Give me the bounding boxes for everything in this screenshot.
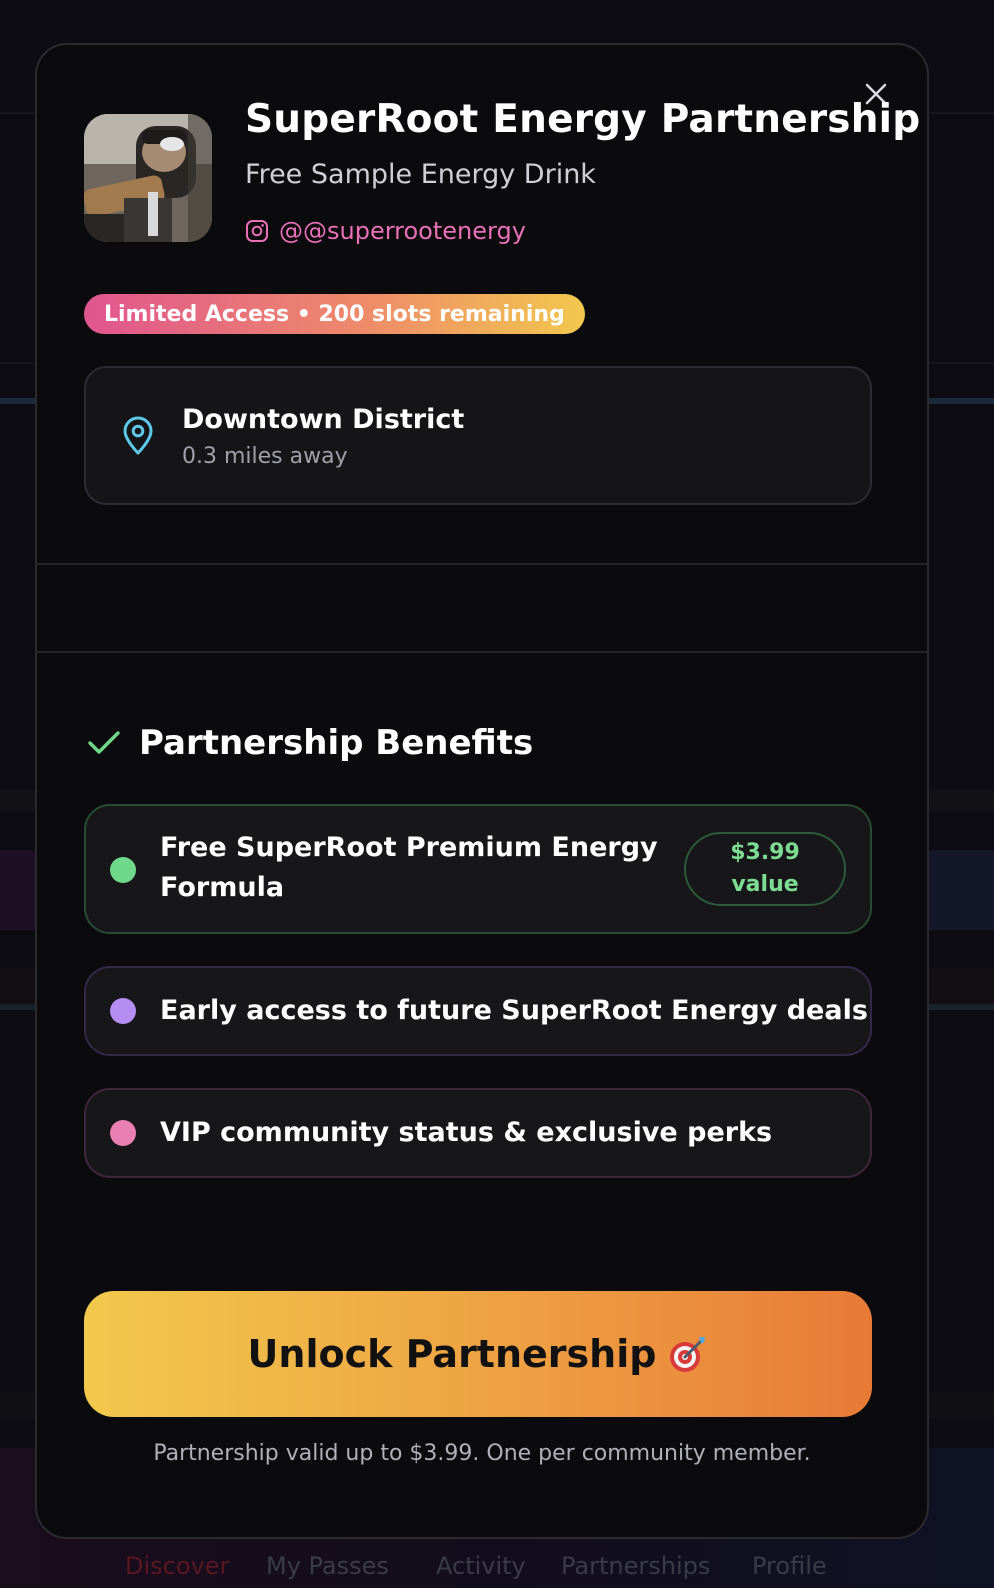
benefit-dot	[110, 1120, 136, 1146]
nav-activity[interactable]: Activity	[436, 1552, 526, 1580]
nav-my-passes[interactable]: My Passes	[266, 1552, 389, 1580]
benefit-text: VIP community status & exclusive perks	[160, 1117, 773, 1148]
availability-badge: Limited Access • 200 slots remaining	[84, 294, 585, 334]
partnership-modal: SuperRoot Energy Partnership Free Sample…	[35, 43, 929, 1539]
location-card: Downtown District 0.3 miles away	[84, 366, 872, 505]
instagram-handle: @@superrootenergy	[279, 217, 526, 245]
section-divider	[37, 651, 927, 653]
value-badge: $3.99 value	[684, 832, 846, 906]
map-pin-icon	[123, 416, 153, 455]
benefits-title: Partnership Benefits	[139, 723, 534, 763]
benefit-item: Free SuperRoot Premium Energy Formula $3…	[84, 804, 872, 934]
terms-note: Partnership valid up to $3.99. One per c…	[153, 1441, 811, 1466]
unlock-partnership-button[interactable]: Unlock Partnership	[84, 1291, 872, 1417]
benefits-header: Partnership Benefits	[87, 723, 533, 763]
avatar-image	[84, 114, 212, 242]
nav-discover[interactable]: Discover	[125, 1552, 229, 1580]
benefit-dot	[110, 998, 136, 1024]
nav-partnerships[interactable]: Partnerships	[561, 1552, 710, 1580]
partnership-title: SuperRoot Energy Partnership	[245, 97, 921, 142]
section-divider	[37, 563, 927, 565]
benefit-text: Early access to future SuperRoot Energy …	[160, 995, 868, 1026]
check-icon	[88, 731, 120, 754]
location-name: Downtown District	[182, 404, 465, 435]
partner-avatar	[84, 114, 212, 242]
location-distance: 0.3 miles away	[182, 444, 348, 469]
instagram-icon	[246, 220, 268, 242]
benefit-text: Free SuperRoot Premium Energy Formula	[160, 832, 658, 903]
benefit-item: Early access to future SuperRoot Energy …	[84, 966, 872, 1056]
partnership-subtitle: Free Sample Energy Drink	[245, 159, 596, 190]
value-amount: $3.99	[730, 840, 800, 865]
instagram-link[interactable]: @@superrootenergy	[245, 217, 526, 245]
value-label: value	[731, 872, 799, 897]
nav-profile[interactable]: Profile	[752, 1552, 827, 1580]
benefit-dot	[110, 857, 136, 883]
unlock-button-label: Unlock Partnership	[247, 1332, 657, 1376]
benefit-item: VIP community status & exclusive perks	[84, 1088, 872, 1178]
target-icon	[670, 1337, 706, 1372]
